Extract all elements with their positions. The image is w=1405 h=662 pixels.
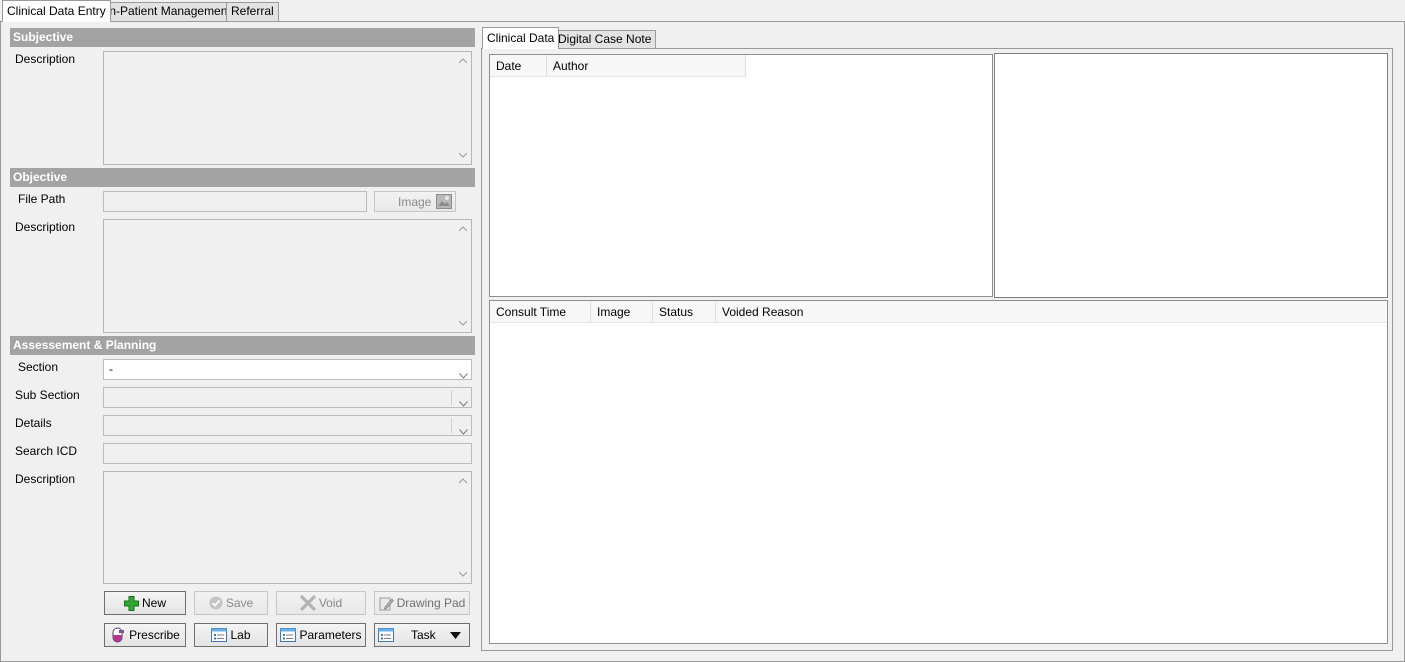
subjective-description-label: Description	[15, 52, 76, 66]
image-icon	[436, 194, 452, 209]
lab-button[interactable]: Lab	[194, 623, 268, 647]
file-path-input[interactable]	[103, 191, 367, 212]
void-button[interactable]: Void	[276, 591, 366, 615]
sub-section-label: Sub Section	[15, 388, 80, 402]
objective-header: Objective	[10, 168, 475, 187]
sub-section-select[interactable]	[103, 387, 472, 408]
column-header-consult-time[interactable]: Consult Time	[490, 301, 591, 323]
column-header-status[interactable]: Status	[653, 301, 716, 323]
assessment-description-textarea[interactable]	[103, 471, 472, 584]
details-label: Details	[15, 416, 52, 430]
new-button[interactable]: New	[104, 591, 186, 615]
subjective-description-textarea[interactable]	[103, 51, 472, 165]
save-button-label: Save	[225, 596, 254, 610]
chevron-down-icon	[459, 422, 468, 441]
prescribe-button[interactable]: Prescribe	[104, 623, 186, 647]
x-icon	[300, 595, 316, 611]
image-button-label: Image	[398, 194, 432, 209]
search-icd-input[interactable]	[103, 443, 472, 464]
scroll-up-icon[interactable]	[459, 226, 467, 234]
capsule-icon	[110, 627, 126, 643]
column-header-date[interactable]: Date	[490, 55, 547, 77]
parameters-button-label: Parameters	[299, 628, 362, 642]
scroll-down-icon[interactable]	[459, 152, 467, 160]
section-select[interactable]: -	[103, 359, 472, 380]
chevron-down-icon	[459, 366, 468, 385]
scroll-down-icon[interactable]	[459, 571, 467, 579]
drawing-pad-button[interactable]: Drawing Pad	[374, 591, 470, 615]
combo-separator	[451, 390, 452, 405]
lab-button-label: Lab	[230, 628, 251, 642]
column-header-voided-reason[interactable]: Voided Reason	[716, 301, 1387, 323]
check-circle-icon	[209, 596, 223, 610]
tab-digital-case-note[interactable]: Digital Case Note	[553, 30, 657, 49]
pencil-pad-icon	[379, 596, 394, 611]
objective-description-textarea[interactable]	[103, 219, 472, 333]
void-button-label: Void	[318, 596, 343, 610]
prescribe-button-label: Prescribe	[129, 628, 180, 642]
task-button-label: Task	[411, 628, 436, 642]
column-header-image[interactable]: Image	[591, 301, 653, 323]
objective-description-label: Description	[15, 220, 76, 234]
tab-clinical-data[interactable]: Clinical Data	[482, 27, 560, 49]
assessment-description-label: Description	[15, 472, 76, 486]
scroll-down-icon[interactable]	[459, 320, 467, 328]
subjective-header: Subjective	[10, 28, 475, 47]
scroll-up-icon[interactable]	[459, 478, 467, 486]
image-button[interactable]: Image	[374, 191, 456, 212]
details-select[interactable]	[103, 415, 472, 436]
preview-panel	[994, 53, 1388, 298]
form-icon	[378, 628, 394, 642]
chevron-down-icon	[459, 394, 468, 413]
parameters-button[interactable]: Parameters	[276, 623, 366, 647]
assessment-header: Assessement & Planning	[10, 336, 475, 355]
plus-icon	[123, 595, 139, 611]
consult-table[interactable]: Consult Time Image Status Voided Reason	[489, 300, 1388, 644]
clinical-data-table[interactable]: Date Author	[489, 54, 993, 297]
new-button-label: New	[141, 596, 166, 610]
caret-down-icon[interactable]	[450, 632, 461, 639]
scroll-up-icon[interactable]	[459, 58, 467, 66]
tab-in-patient-management[interactable]: In-Patient Management	[101, 2, 236, 21]
section-value: -	[109, 362, 113, 376]
save-button[interactable]: Save	[194, 591, 268, 615]
tab-clinical-data-entry[interactable]: Clinical Data Entry	[2, 0, 111, 22]
column-header-author[interactable]: Author	[547, 55, 746, 77]
form-icon	[280, 628, 297, 642]
file-path-label: File Path	[18, 192, 66, 206]
drawing-pad-button-label: Drawing Pad	[396, 596, 466, 610]
tab-referral[interactable]: Referral	[226, 2, 279, 21]
search-icd-label: Search ICD	[15, 444, 78, 458]
form-icon	[211, 628, 228, 642]
section-label: Section	[18, 360, 59, 374]
task-button[interactable]: Task	[374, 623, 470, 647]
combo-separator	[451, 418, 452, 433]
